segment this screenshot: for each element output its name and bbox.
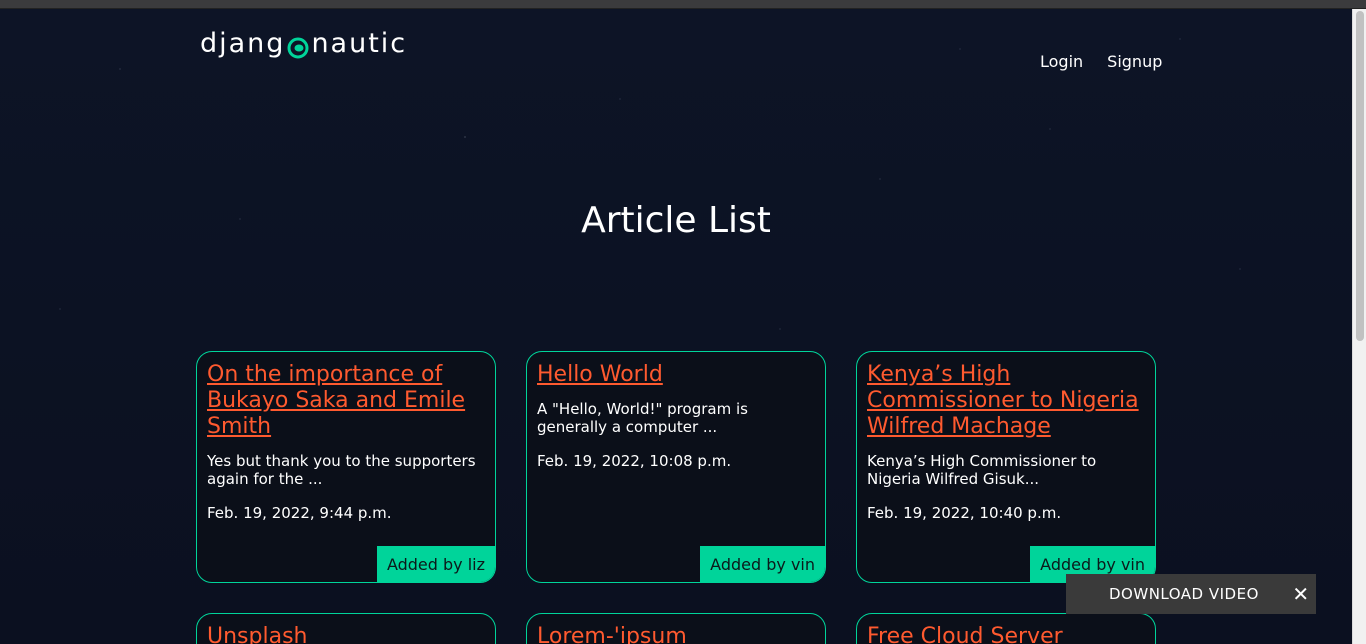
- top-nav: Login Signup: [1040, 52, 1162, 71]
- article-card: Kenya’s High Commissioner to Nigeria Wil…: [856, 351, 1156, 583]
- brand-name-right: nautic: [311, 28, 408, 59]
- article-author-badge: Added by liz: [376, 546, 495, 582]
- page-title: Article List: [581, 200, 771, 241]
- browser-top-edge: [0, 0, 1366, 9]
- download-video-button[interactable]: DOWNLOAD VIDEO: [1109, 585, 1286, 603]
- article-card: Unsplash: [196, 613, 496, 644]
- article-date: Feb. 19, 2022, 10:08 p.m.: [537, 452, 732, 470]
- close-icon[interactable]: ✕: [1286, 582, 1316, 606]
- article-snippet: Yes but thank you to the supporters agai…: [207, 452, 476, 488]
- article-date: Feb. 19, 2022, 10:40 p.m.: [867, 504, 1062, 522]
- article-title-link[interactable]: Kenya’s High Commissioner to Nigeria Wil…: [857, 352, 1155, 440]
- article-date: Feb. 19, 2022, 9:44 p.m.: [207, 504, 392, 522]
- scrollbar-thumb[interactable]: [1356, 11, 1364, 341]
- article-title-link[interactable]: Unsplash: [197, 614, 495, 644]
- astronaut-helmet-icon: [287, 35, 309, 58]
- article-title-link[interactable]: Free Cloud Server: [857, 614, 1155, 644]
- download-video-bar: DOWNLOAD VIDEO ✕: [1066, 574, 1316, 614]
- article-snippet: A "Hello, World!" program is generally a…: [537, 400, 748, 436]
- article-snippet: Kenya’s High Commissioner to Nigeria Wil…: [867, 452, 1097, 488]
- vertical-scrollbar[interactable]: [1352, 9, 1366, 644]
- article-card: Hello World A "Hello, World!" program is…: [526, 351, 826, 583]
- signup-link[interactable]: Signup: [1107, 52, 1162, 71]
- article-author-badge: Added by vin: [700, 546, 825, 582]
- article-title-link[interactable]: Hello World: [527, 352, 825, 388]
- article-title-link[interactable]: Lorem-'ipsum: [527, 614, 825, 644]
- brand-name-left: djang: [200, 28, 286, 59]
- article-card: On the importance of Bukayo Saka and Emi…: [196, 351, 496, 583]
- login-link[interactable]: Login: [1040, 52, 1083, 71]
- brand-logo[interactable]: djang nautic: [200, 28, 407, 59]
- article-card: Lorem-'ipsum: [526, 613, 826, 644]
- article-card: Free Cloud Server: [856, 613, 1156, 644]
- article-title-link[interactable]: On the importance of Bukayo Saka and Emi…: [197, 352, 495, 440]
